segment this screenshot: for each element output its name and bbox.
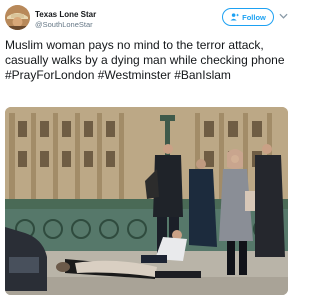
user-display-name[interactable]: Texas Lone Star (35, 10, 96, 19)
tweet-body: Muslim woman pays no mind to the terror … (5, 38, 285, 68)
hashtag-list: #PrayForLondon #Westminster #BanIslam (5, 68, 289, 83)
avatar-image (5, 5, 30, 30)
hashtag-link[interactable]: #PrayForLondon (5, 68, 98, 82)
avatar[interactable] (5, 5, 30, 30)
person-plus-icon (230, 13, 239, 21)
tweet-photo[interactable] (5, 107, 288, 295)
hashtag-link[interactable]: #Westminster (98, 68, 174, 82)
chevron-down-icon[interactable] (279, 12, 288, 20)
follow-button-label: Follow (242, 12, 266, 22)
user-handle[interactable]: @SouthLoneStar (35, 20, 93, 29)
tweet-card: Texas Lone Star @SouthLoneStar Follow Mu… (0, 0, 292, 300)
hashtag-link[interactable]: #BanIslam (174, 68, 231, 82)
follow-button[interactable]: Follow (222, 8, 274, 26)
tweet-text: Muslim woman pays no mind to the terror … (5, 38, 289, 84)
bridge-scene-photo (5, 107, 288, 295)
